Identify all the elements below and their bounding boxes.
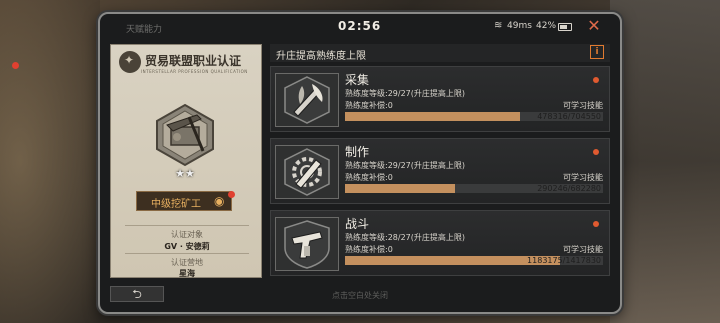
- divider: [125, 253, 249, 254]
- skill-progress-bar: 1183175/1417830: [345, 256, 603, 265]
- eye-icon[interactable]: ◉: [214, 194, 224, 208]
- close-icon: ✕: [587, 16, 601, 35]
- rank-badge[interactable]: 中级挖矿工 ◉: [136, 191, 232, 211]
- rank-label: 中级挖矿工: [151, 199, 201, 210]
- certificate-subtitle: INTERSTELLAR PROFESSION QUALIFICATION: [141, 69, 248, 74]
- skill-progress-text: 1183175/1417830: [527, 256, 601, 265]
- skill-progress-bar: 478316/704550: [345, 112, 603, 121]
- skill-progress-fill: [345, 112, 521, 121]
- learn-skill-link[interactable]: 可学习技能: [557, 100, 603, 111]
- skill-alert-dot: [593, 77, 599, 83]
- location-value: 星海: [179, 269, 195, 278]
- battery-percent: 42%: [536, 21, 557, 31]
- background-left: [0, 0, 100, 323]
- skill-compensation: 熟练度补偿:0: [345, 245, 393, 254]
- battery-icon: [558, 23, 572, 31]
- skill-card-crafting[interactable]: 制作 熟练度等级:29/27(升庄提高上限) 熟练度补偿:0 可学习技能 290…: [270, 138, 610, 204]
- close-hint: 点击空白处关闭: [332, 291, 388, 300]
- target-label: 认证对象: [171, 230, 203, 239]
- skill-progress-text: 290246/682280: [537, 184, 601, 193]
- rank-stars: ★★: [175, 167, 195, 180]
- rank-alert-dot: [228, 191, 235, 198]
- combat-icon: [275, 217, 339, 271]
- learn-skill-link[interactable]: 可学习技能: [557, 244, 603, 255]
- close-button[interactable]: ✕: [584, 16, 604, 36]
- alliance-logo-icon: [119, 51, 141, 73]
- carrier-label: 天赋能力: [126, 25, 163, 35]
- skill-alert-dot: [593, 149, 599, 155]
- skill-alert-dot: [593, 221, 599, 227]
- certificate-card: 贸易联盟职业认证 INTERSTELLAR PROFESSION QUALIFI…: [110, 44, 262, 278]
- certificate-title: 贸易联盟职业认证: [145, 54, 242, 68]
- ping-value: 49ms: [507, 21, 532, 31]
- skill-progress-bar: 290246/682280: [345, 184, 603, 193]
- skill-compensation: 熟练度补偿:0: [345, 173, 393, 182]
- skill-compensation: 熟练度补偿:0: [345, 101, 393, 110]
- target-value: GV · 安德莉: [164, 242, 210, 251]
- profession-panel: 天赋能力 02:56 ≋ 49ms 42% ✕ 贸易联盟职业认证 INTERST…: [98, 12, 622, 314]
- skill-progress-text: 478316/704550: [537, 112, 601, 121]
- section-header-text: 升庄提高熟练度上限: [276, 51, 366, 62]
- skill-name: 采集: [345, 73, 370, 87]
- skill-name: 战斗: [345, 217, 370, 231]
- location-label: 认证营地: [171, 258, 203, 267]
- skill-progress-fill: [345, 184, 455, 193]
- skill-card-gathering[interactable]: 采集 熟练度等级:29/27(升庄提高上限) 熟练度补偿:0 可学习技能 478…: [270, 66, 610, 132]
- skill-name: 制作: [345, 145, 370, 159]
- gathering-icon: [275, 73, 339, 127]
- skill-level: 熟练度等级:28/27(升庄提高上限): [345, 233, 465, 242]
- background-right: [610, 0, 720, 323]
- notification-dot: [12, 62, 19, 69]
- clock: 02:56: [338, 19, 382, 33]
- wifi-icon: ≋: [494, 20, 503, 31]
- section-header: 升庄提高熟练度上限 i: [270, 44, 610, 62]
- status-bar: 天赋能力 02:56 ≋ 49ms 42% ✕: [100, 14, 620, 38]
- certificate-header: 贸易联盟职业认证 INTERSTELLAR PROFESSION QUALIFI…: [111, 45, 263, 85]
- skill-level: 熟练度等级:29/27(升庄提高上限): [345, 161, 465, 170]
- crafting-icon: [275, 145, 339, 199]
- divider: [125, 225, 249, 226]
- skill-level: 熟练度等级:29/27(升庄提高上限): [345, 89, 465, 98]
- miner-emblem-icon: ★★: [153, 103, 217, 180]
- info-button[interactable]: i: [590, 45, 604, 59]
- learn-skill-link[interactable]: 可学习技能: [557, 172, 603, 183]
- skill-card-combat[interactable]: 战斗 熟练度等级:28/27(升庄提高上限) 熟练度补偿:0 可学习技能 118…: [270, 210, 610, 276]
